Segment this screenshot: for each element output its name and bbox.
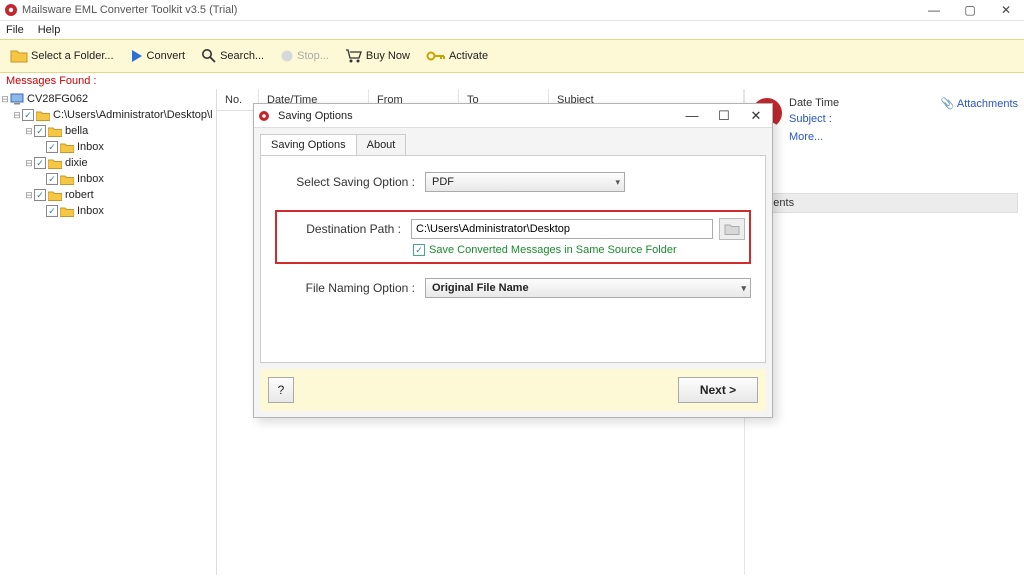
minimize-button[interactable]: — — [916, 0, 952, 20]
stop-label: Stop... — [297, 50, 329, 62]
tree-root-label: CV28FG062 — [27, 93, 88, 105]
next-button[interactable]: Next > — [678, 377, 758, 403]
play-icon — [130, 49, 144, 63]
saving-option-select[interactable]: PDF ▾ — [425, 172, 625, 192]
tree-path-label: C:\Users\Administrator\Desktop\l — [53, 109, 213, 121]
collapse-icon[interactable]: ⊟ — [24, 126, 34, 137]
search-button[interactable]: Search... — [195, 43, 270, 69]
destination-path-label: Destination Path : — [281, 222, 411, 236]
same-source-checkbox[interactable]: ✓ — [413, 244, 425, 256]
chevron-down-icon: ▾ — [615, 177, 620, 188]
collapse-icon[interactable]: ⊟ — [24, 190, 34, 201]
tree-inbox-label: Inbox — [77, 205, 104, 217]
search-icon — [201, 48, 217, 64]
select-saving-option-label: Select Saving Option : — [275, 175, 425, 189]
activate-label: Activate — [449, 50, 488, 62]
folder-icon — [724, 223, 740, 236]
cart-icon — [345, 48, 363, 64]
convert-button[interactable]: Convert — [124, 43, 192, 69]
checkbox[interactable]: ✓ — [34, 189, 46, 201]
destination-highlight-box: Destination Path : ✓ Save Converted Mess… — [275, 210, 751, 264]
tree-inbox-label: Inbox — [77, 141, 104, 153]
window-title: Mailsware EML Converter Toolkit v3.5 (Tr… — [22, 4, 916, 16]
tab-about[interactable]: About — [356, 134, 407, 155]
folder-icon — [48, 190, 62, 201]
tree-folder-label: dixie — [65, 157, 88, 169]
activate-button[interactable]: Activate — [420, 43, 494, 69]
folder-icon — [60, 142, 74, 153]
dialog-close-button[interactable]: ✕ — [740, 108, 772, 124]
saving-options-dialog: Saving Options — ☐ ✕ Saving Options Abou… — [253, 103, 773, 418]
app-icon — [4, 3, 18, 17]
checkbox[interactable]: ✓ — [22, 109, 34, 121]
checkbox[interactable]: ✓ — [46, 141, 58, 153]
dialog-maximize-button[interactable]: ☐ — [708, 108, 740, 124]
close-button[interactable]: ✕ — [988, 0, 1024, 20]
tree-folder-label: robert — [65, 189, 94, 201]
preview-more-link[interactable]: More... — [789, 131, 935, 143]
select-folder-label: Select a Folder... — [31, 50, 114, 62]
destination-path-input[interactable] — [411, 219, 713, 239]
folder-icon — [48, 158, 62, 169]
saving-option-value: PDF — [432, 176, 454, 188]
folder-icon — [48, 126, 62, 137]
chevron-down-icon: ▾ — [741, 283, 746, 294]
menu-help[interactable]: Help — [38, 24, 61, 36]
buy-now-button[interactable]: Buy Now — [339, 43, 416, 69]
menu-file[interactable]: File — [6, 24, 24, 36]
folder-icon — [60, 174, 74, 185]
saving-options-pane: Select Saving Option : PDF ▾ Destination… — [260, 155, 766, 363]
checkbox[interactable]: ✓ — [46, 173, 58, 185]
preview-datetime: Date Time — [789, 97, 935, 109]
collapse-icon[interactable]: ⊟ — [12, 110, 22, 121]
key-icon — [426, 49, 446, 63]
computer-icon — [10, 93, 24, 105]
preview-subject: Subject : — [789, 113, 935, 125]
collapse-icon[interactable]: ⊟ — [0, 94, 10, 105]
stop-icon — [280, 49, 294, 63]
attachments-header: hments — [751, 193, 1018, 213]
attachment-icon: 📎 — [941, 98, 955, 110]
collapse-icon[interactable]: ⊟ — [24, 158, 34, 169]
toolbar: Select a Folder... Convert Search... Sto… — [0, 39, 1024, 73]
file-naming-label: File Naming Option : — [275, 281, 425, 295]
menubar: File Help — [0, 21, 1024, 39]
messages-found-label: Messages Found : — [0, 73, 1024, 89]
tab-saving-options[interactable]: Saving Options — [260, 134, 357, 155]
tree-inbox-label: Inbox — [77, 173, 104, 185]
buy-label: Buy Now — [366, 50, 410, 62]
folder-tree[interactable]: ⊟ CV28FG062 ⊟ ✓ C:\Users\Administrator\D… — [0, 89, 217, 575]
maximize-button[interactable]: ▢ — [952, 0, 988, 20]
titlebar: Mailsware EML Converter Toolkit v3.5 (Tr… — [0, 0, 1024, 21]
browse-button[interactable] — [719, 218, 745, 240]
search-label: Search... — [220, 50, 264, 62]
dialog-icon — [254, 110, 274, 122]
attachments-link[interactable]: Attachments — [957, 98, 1018, 110]
stop-button[interactable]: Stop... — [274, 43, 335, 69]
file-naming-value: Original File Name — [432, 282, 529, 294]
folder-icon — [10, 48, 28, 64]
same-source-label: Save Converted Messages in Same Source F… — [429, 244, 677, 256]
convert-label: Convert — [147, 50, 186, 62]
dialog-title: Saving Options — [274, 110, 676, 122]
dialog-minimize-button[interactable]: — — [676, 108, 708, 124]
file-naming-select[interactable]: Original File Name ▾ — [425, 278, 751, 298]
help-button[interactable]: ? — [268, 377, 294, 403]
checkbox[interactable]: ✓ — [46, 205, 58, 217]
tree-folder-label: bella — [65, 125, 88, 137]
preview-panel: Date Time Subject : More... 📎 Attachment… — [744, 89, 1024, 575]
select-folder-button[interactable]: Select a Folder... — [4, 43, 120, 69]
folder-open-icon — [36, 110, 50, 121]
checkbox[interactable]: ✓ — [34, 125, 46, 137]
checkbox[interactable]: ✓ — [34, 157, 46, 169]
folder-icon — [60, 206, 74, 217]
